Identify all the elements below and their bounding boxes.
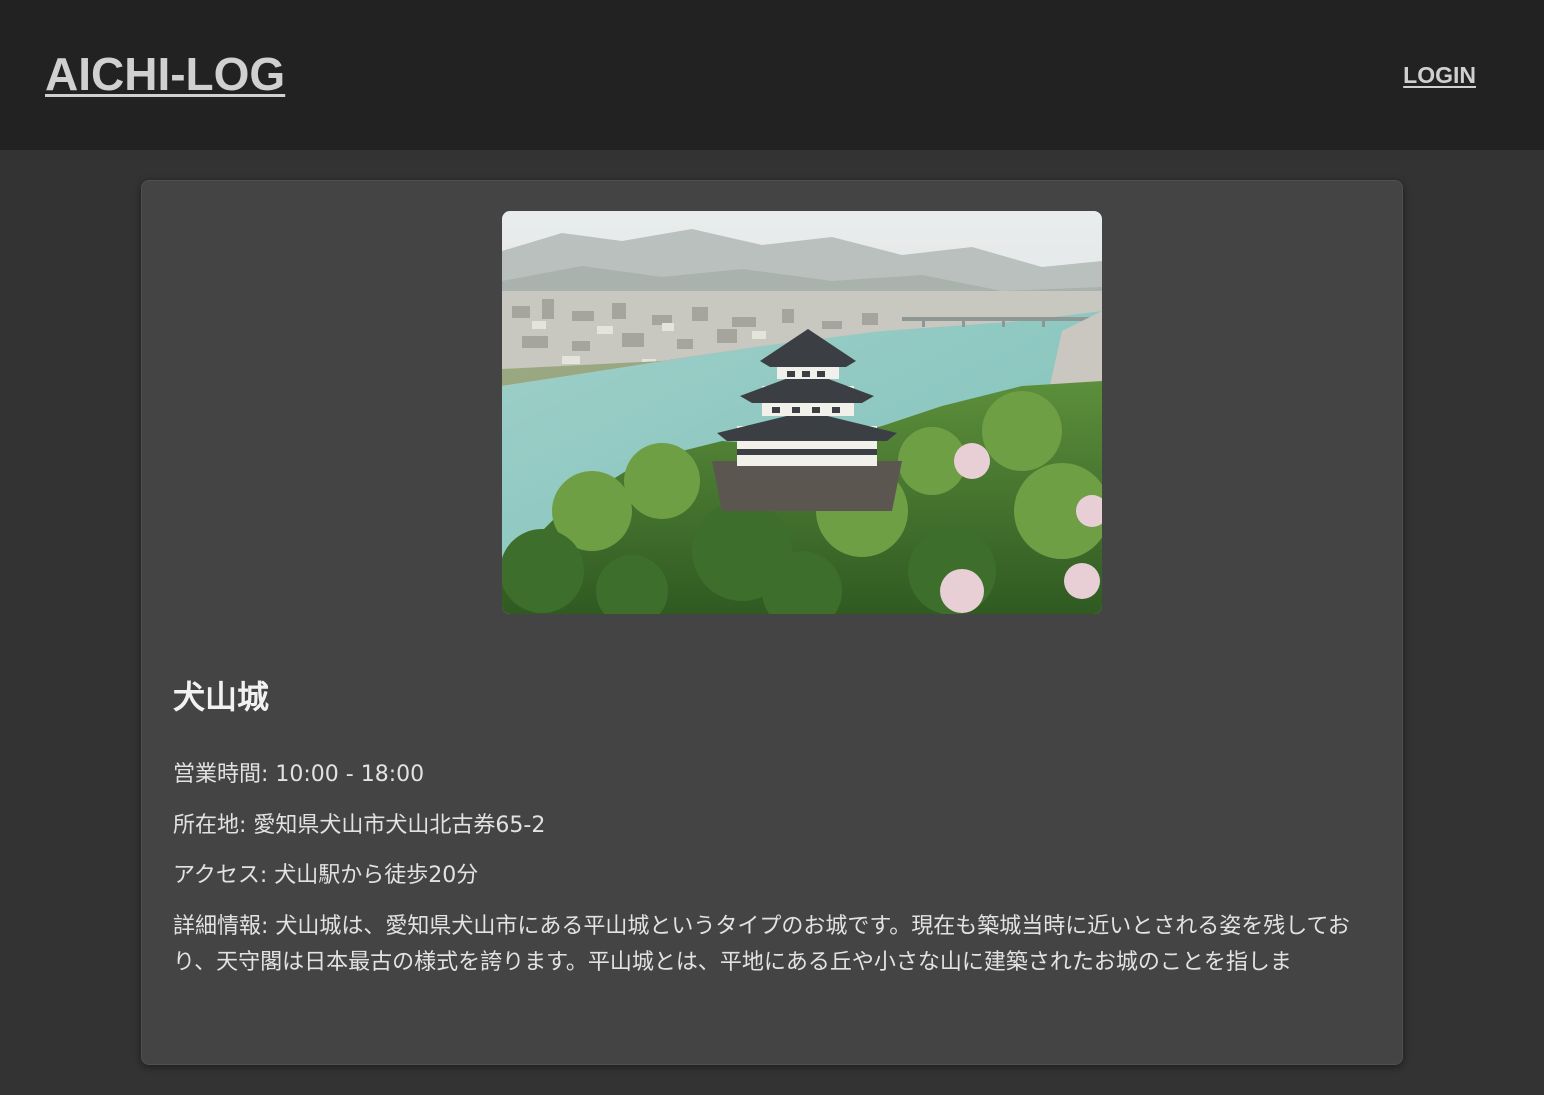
spot-detail-card: 犬山城 営業時間: 10:00 - 18:00 所在地: 愛知県犬山市犬山北古券… — [141, 180, 1403, 1065]
spot-access: アクセス: 犬山駅から徒歩20分 — [173, 863, 479, 888]
site-header: AICHI-LOG LOGIN — [0, 0, 1544, 150]
spot-details: 詳細情報: 犬山城は、愛知県犬山市にある平山城というタイプのお城です。現在も築城… — [173, 914, 1350, 975]
spot-hours: 営業時間: 10:00 - 18:00 — [173, 762, 425, 787]
login-link[interactable]: LOGIN — [1403, 60, 1476, 90]
spot-title: 犬山城 — [173, 678, 270, 716]
site-logo-link[interactable]: AICHI-LOG — [45, 46, 285, 102]
spot-photo — [502, 211, 1102, 614]
spot-address: 所在地: 愛知県犬山市犬山北古券65-2 — [173, 813, 546, 838]
